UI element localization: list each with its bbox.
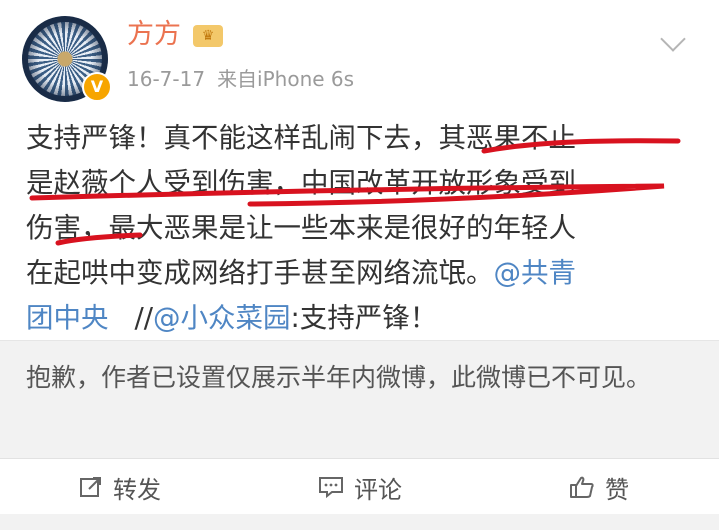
repost-button[interactable]: 转发 [0, 459, 240, 515]
like-button[interactable]: 赞 [479, 459, 719, 515]
bottom-divider [0, 514, 719, 530]
repost-icon [80, 477, 101, 497]
comment-button[interactable]: 评论 [240, 459, 480, 515]
visibility-notice: 抱歉，作者已设置仅展示半年内微博，此微博已不可见。 [0, 340, 719, 459]
comment-icon [319, 477, 343, 499]
comment-label: 评论 [354, 475, 402, 504]
post-meta: 16-7-17 来自iPhone 6s [127, 66, 354, 92]
post-line-5: 团中央 //@小众菜园:支持严锋！ [26, 296, 698, 341]
mention-link[interactable]: @共青 [494, 257, 577, 289]
post-header: V 方方 ♛ 16-7-17 来自iPhone 6s [0, 0, 719, 110]
repost-text: :支持严锋！ [290, 302, 438, 334]
post-line: 伤害，最大恶果是让一些本来是很好的年轻人 [26, 212, 576, 244]
mention-link[interactable]: 团中央 [26, 302, 109, 334]
post-source: 来自iPhone 6s [217, 67, 355, 91]
repost-label: 转发 [113, 475, 161, 504]
post-line-4: 在起哄中变成网络打手甚至网络流氓。@共青 [26, 251, 698, 296]
verified-badge-icon: V [82, 72, 112, 102]
author-name[interactable]: 方方 [127, 18, 181, 52]
mention-link-xiaozhongcaiyuan[interactable]: @小众菜园 [153, 302, 291, 334]
post-text: 在起哄中变成网络打手甚至网络流氓。 [26, 257, 494, 289]
thumbs-up-icon [570, 476, 594, 498]
action-bar: 转发 评论 赞 [0, 458, 719, 515]
post-line: 支持严锋！真不能这样乱闹下去，其恶果不止 [26, 122, 576, 154]
post-date: 16-7-17 [127, 67, 206, 91]
like-label: 赞 [605, 475, 629, 504]
chevron-down-icon[interactable] [660, 26, 686, 52]
post-body: 支持严锋！真不能这样乱闹下去，其恶果不止 是赵薇个人受到伤害，中国改革开放形象受… [26, 116, 698, 341]
post-line: 是赵薇个人受到伤害，中国改革开放形象受到 [26, 167, 576, 199]
crown-icon: ♛ [193, 25, 223, 47]
notice-text: 抱歉，作者已设置仅展示半年内微博，此微博已不可见。 [26, 363, 652, 392]
repost-separator: // [134, 302, 154, 334]
